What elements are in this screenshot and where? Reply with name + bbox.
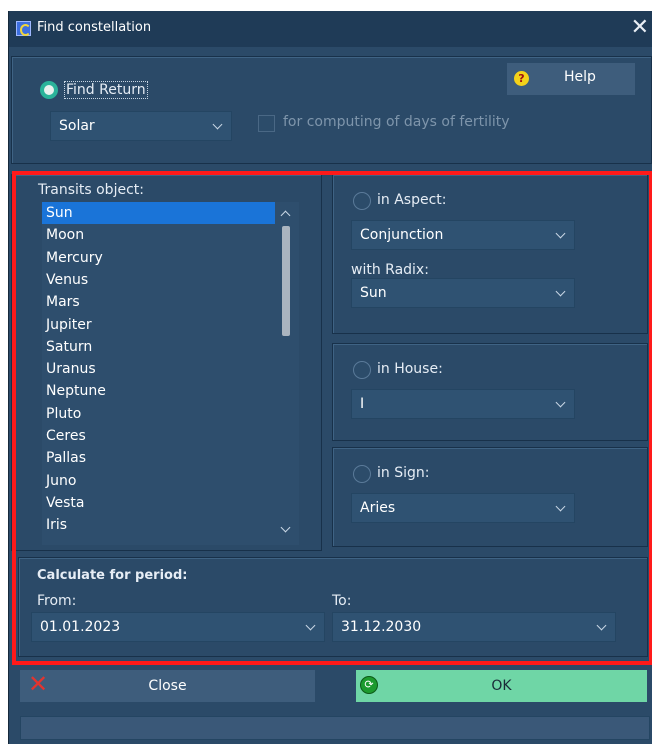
transits-list-item[interactable]: Juno: [42, 470, 275, 492]
chevron-down-icon: [555, 397, 566, 408]
chevron-down-icon: [555, 286, 566, 297]
fertility-label: for computing of days of fertility: [283, 114, 510, 130]
transits-list-item[interactable]: Sun: [42, 202, 275, 224]
chevron-down-icon: [305, 620, 316, 631]
chevron-down-icon: [555, 501, 566, 512]
ok-button[interactable]: ⟳ OK: [356, 670, 647, 702]
from-date-select[interactable]: 01.01.2023: [31, 612, 325, 642]
aspect-panel: in Aspect: Conjunction with Radix: Sun: [332, 174, 648, 334]
transits-listbox[interactable]: Sun Moon Mercury Venus Mars Jupiter Saturn Uran…: [42, 202, 299, 545]
transits-list-item[interactable]: Uranus: [42, 358, 275, 380]
window-close-icon[interactable]: ✕: [631, 14, 649, 42]
transits-list-item[interactable]: Mars: [42, 291, 275, 313]
help-icon: ?: [514, 71, 529, 86]
transits-list-item[interactable]: Pluto: [42, 403, 275, 425]
house-label[interactable]: in House:: [377, 361, 443, 377]
scroll-up-icon[interactable]: [280, 210, 291, 221]
transits-label: Transits object:: [38, 182, 144, 198]
sign-value: Aries: [360, 500, 396, 516]
fertility-checkbox[interactable]: [258, 115, 275, 132]
aspect-value: Conjunction: [360, 227, 444, 243]
aspect-radio[interactable]: [353, 192, 371, 210]
ok-check-icon: ⟳: [360, 676, 378, 694]
help-label: Help: [564, 69, 596, 85]
scroll-down-icon[interactable]: [280, 522, 291, 533]
return-type-value: Solar: [59, 118, 95, 134]
radix-select[interactable]: Sun: [351, 278, 575, 308]
house-radio[interactable]: [353, 361, 371, 379]
help-button[interactable]: ? Help: [507, 63, 635, 95]
sign-radio[interactable]: [353, 465, 371, 483]
ok-button-label: OK: [491, 678, 512, 694]
return-type-select[interactable]: Solar: [50, 111, 232, 141]
transits-list-item[interactable]: Pallas: [42, 447, 275, 469]
sign-panel: in Sign: Aries: [332, 447, 648, 547]
find-return-radio[interactable]: [40, 81, 58, 99]
transits-list-item[interactable]: Iris: [42, 514, 275, 536]
period-heading: Calculate for period:: [37, 568, 188, 583]
house-panel: in House: I: [332, 343, 648, 441]
chevron-down-icon: [596, 620, 607, 631]
close-x-icon: ✕: [28, 670, 49, 698]
listbox-scrollbar[interactable]: [275, 202, 297, 545]
find-return-label[interactable]: Find Return: [64, 81, 148, 99]
chevron-down-icon: [555, 228, 566, 239]
from-label: From:: [37, 593, 77, 609]
transits-list-item[interactable]: Venus: [42, 269, 275, 291]
scroll-thumb[interactable]: [282, 226, 290, 336]
transits-list-item[interactable]: Mercury: [42, 247, 275, 269]
to-label: To:: [332, 593, 352, 609]
sign-label[interactable]: in Sign:: [377, 465, 429, 481]
transits-list-item[interactable]: Saturn: [42, 336, 275, 358]
transits-panel: Transits object: Sun Moon Mercury Venus Mars…: [11, 174, 322, 551]
house-value: I: [360, 396, 365, 412]
to-date-select[interactable]: 31.12.2030: [332, 612, 616, 642]
from-date-value: 01.01.2023: [40, 619, 121, 635]
transits-list-item[interactable]: Ceres: [42, 425, 275, 447]
transits-list-item[interactable]: Neptune: [42, 380, 275, 402]
chevron-down-icon: [212, 119, 223, 130]
find-return-panel: Find Return ? Help Solar for computing o…: [11, 56, 652, 164]
radix-value: Sun: [360, 285, 387, 301]
period-panel: Calculate for period: From: 01.01.2023 T…: [18, 557, 648, 657]
close-button[interactable]: ✕ Close: [20, 670, 315, 702]
title-bar: Find constellation ✕: [9, 11, 652, 47]
transits-list-item[interactable]: Jupiter: [42, 314, 275, 336]
house-select[interactable]: I: [351, 389, 575, 419]
to-date-value: 31.12.2030: [341, 619, 422, 635]
close-button-label: Close: [148, 678, 187, 694]
radix-label: with Radix:: [351, 262, 429, 278]
aspect-label[interactable]: in Aspect:: [377, 192, 447, 208]
app-icon: [16, 21, 31, 36]
status-bar: [20, 716, 650, 740]
sign-select[interactable]: Aries: [351, 493, 575, 523]
find-constellation-dialog: Find constellation ✕ Find Return ? Help …: [8, 11, 652, 744]
aspect-select[interactable]: Conjunction: [351, 220, 575, 250]
window-title: Find constellation: [37, 20, 152, 35]
transits-list-item[interactable]: Vesta: [42, 492, 275, 514]
transits-list-item[interactable]: Moon: [42, 224, 275, 246]
